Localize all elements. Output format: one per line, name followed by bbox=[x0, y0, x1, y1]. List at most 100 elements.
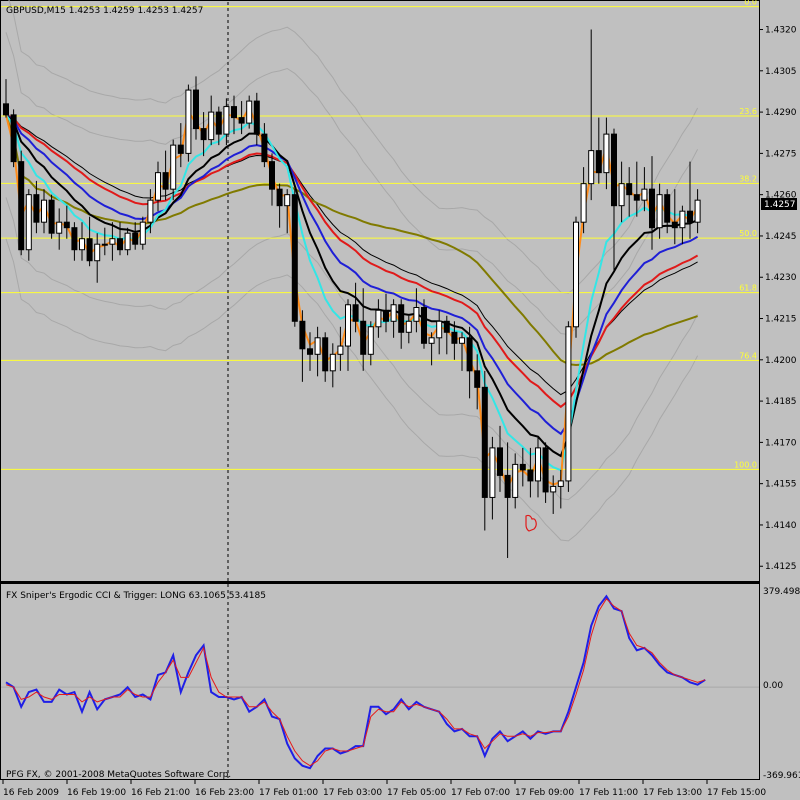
candle-body-bullish bbox=[170, 144, 177, 190]
candle-body-bearish bbox=[71, 227, 78, 251]
candle-body-bearish bbox=[3, 103, 9, 116]
candle-body-bullish bbox=[428, 337, 435, 344]
time-tick-label: 17 Feb 11:00 bbox=[579, 788, 638, 798]
candle-body-bearish bbox=[261, 133, 268, 163]
price-tick-label: 1.4215 bbox=[765, 315, 797, 325]
time-tick-label: 17 Feb 05:00 bbox=[387, 788, 446, 798]
candle-body-bullish bbox=[588, 150, 595, 185]
candle-body-bearish bbox=[633, 194, 640, 201]
candle-body-bullish bbox=[367, 326, 374, 355]
candle-body-bullish bbox=[550, 485, 557, 493]
candle-body-bearish bbox=[322, 337, 329, 372]
candle bbox=[573, 216, 579, 338]
indicator-max-label: 379.4988 bbox=[763, 587, 800, 597]
fib-level-label: 76.4 bbox=[739, 351, 757, 360]
candle-body-bearish bbox=[542, 447, 549, 493]
candle-body-bearish bbox=[276, 188, 283, 207]
candle-body-bullish bbox=[94, 243, 101, 262]
candle-body-bullish bbox=[124, 232, 131, 251]
candle-body-bearish bbox=[253, 100, 260, 135]
candle-body-bearish bbox=[687, 210, 693, 223]
candle-body-bullish bbox=[489, 447, 496, 498]
candle bbox=[10, 109, 17, 168]
price-tick-label: 1.4170 bbox=[765, 438, 797, 448]
fib-level-label: 50.0 bbox=[739, 229, 757, 238]
candle-body-bearish bbox=[595, 150, 602, 174]
candle-body-bullish bbox=[573, 221, 579, 328]
candle-body-bullish bbox=[41, 199, 47, 223]
candle-body-bullish bbox=[405, 320, 412, 333]
price-tick-label: 1.4320 bbox=[765, 26, 797, 36]
price-tick-label: 1.4305 bbox=[765, 67, 797, 77]
candle-body-bullish bbox=[246, 100, 253, 124]
candle-body-bearish bbox=[481, 386, 488, 498]
candle-body-bearish bbox=[86, 238, 93, 262]
candle-body-bearish bbox=[519, 463, 526, 471]
price-tick-label: 1.4185 bbox=[765, 397, 797, 407]
candle bbox=[25, 189, 32, 261]
candle-body-bearish bbox=[398, 304, 405, 333]
price-tick-label: 1.4290 bbox=[765, 108, 797, 118]
candle-body-bearish bbox=[238, 117, 245, 124]
price-tick-label: 1.4125 bbox=[765, 562, 797, 572]
candle bbox=[18, 150, 25, 256]
candle-body-bearish bbox=[215, 111, 222, 135]
candle-body-bearish bbox=[383, 309, 389, 322]
candle-body-bullish bbox=[337, 345, 344, 355]
candle-body-bullish bbox=[155, 172, 161, 201]
candle-body-bullish bbox=[618, 183, 625, 207]
candle-body-bullish bbox=[565, 326, 572, 482]
indicator-title: FX Sniper's Ergodic CCI & Trigger: LONG … bbox=[6, 591, 266, 601]
time-tick-label: 17 Feb 03:00 bbox=[323, 788, 382, 798]
candle-body-bearish bbox=[466, 337, 473, 372]
chart-canvas: 0.0 23.6 38.2 50.0 61.8 76.4 100.0 1.4320 1.430… bbox=[0, 0, 800, 800]
candle-body-bearish bbox=[200, 128, 207, 141]
candle-body-bullish bbox=[535, 447, 541, 482]
candle bbox=[565, 321, 572, 492]
candle-body-bullish bbox=[656, 194, 663, 229]
candle-body-bearish bbox=[649, 188, 655, 229]
time-tick-label: 17 Feb 09:00 bbox=[515, 788, 574, 798]
candle-body-bullish bbox=[413, 307, 420, 322]
time-tick-label: 16 Feb 21:00 bbox=[131, 788, 190, 798]
candle-body-bearish bbox=[193, 89, 199, 130]
price-tick-label: 1.4275 bbox=[765, 149, 797, 159]
candle-body-bullish bbox=[101, 243, 108, 246]
candle-body-bullish bbox=[580, 183, 587, 223]
time-tick-label: 17 Feb 13:00 bbox=[643, 788, 702, 798]
candle-body-bearish bbox=[33, 194, 40, 223]
candle-body-bearish bbox=[527, 469, 534, 482]
candle bbox=[185, 84, 192, 162]
candle-body-bullish bbox=[139, 221, 146, 245]
candle-body-bearish bbox=[474, 370, 481, 388]
fib-level-label: 38.2 bbox=[739, 174, 757, 183]
time-tick-label: 17 Feb 15:00 bbox=[707, 788, 766, 798]
candle-body-bearish bbox=[443, 320, 450, 333]
candle-body-bearish bbox=[117, 238, 123, 251]
candle-body-bearish bbox=[671, 221, 678, 229]
price-tick-label: 1.4200 bbox=[765, 356, 797, 366]
time-tick-label: 17 Feb 07:00 bbox=[451, 788, 510, 798]
candle-body-bullish bbox=[223, 106, 230, 135]
candle-body-bullish bbox=[459, 337, 465, 344]
candle-body-bullish bbox=[345, 304, 351, 347]
candle-body-bullish bbox=[390, 304, 397, 322]
candle-body-bullish bbox=[603, 133, 610, 174]
current-price-label: 1.4257 bbox=[764, 200, 796, 210]
candle-body-bullish bbox=[25, 194, 32, 251]
time-tick-label: 16 Feb 23:00 bbox=[195, 788, 254, 798]
candle-body-bullish bbox=[109, 238, 116, 245]
candle-body-bullish bbox=[436, 320, 443, 339]
candle-body-bullish bbox=[56, 221, 63, 234]
candle-body-bullish bbox=[694, 199, 701, 223]
candle-body-bearish bbox=[10, 114, 17, 163]
price-tick-label: 1.4140 bbox=[765, 521, 797, 531]
candle-body-bearish bbox=[497, 447, 503, 476]
candle-body-bearish bbox=[162, 172, 169, 190]
time-tick-label: 16 Feb 2009 bbox=[3, 788, 59, 798]
candle-body-bearish bbox=[291, 194, 298, 322]
candle bbox=[48, 194, 55, 239]
candle-body-bullish bbox=[375, 309, 382, 328]
candle-body-bullish bbox=[641, 188, 648, 201]
candle-body-bearish bbox=[177, 144, 184, 154]
